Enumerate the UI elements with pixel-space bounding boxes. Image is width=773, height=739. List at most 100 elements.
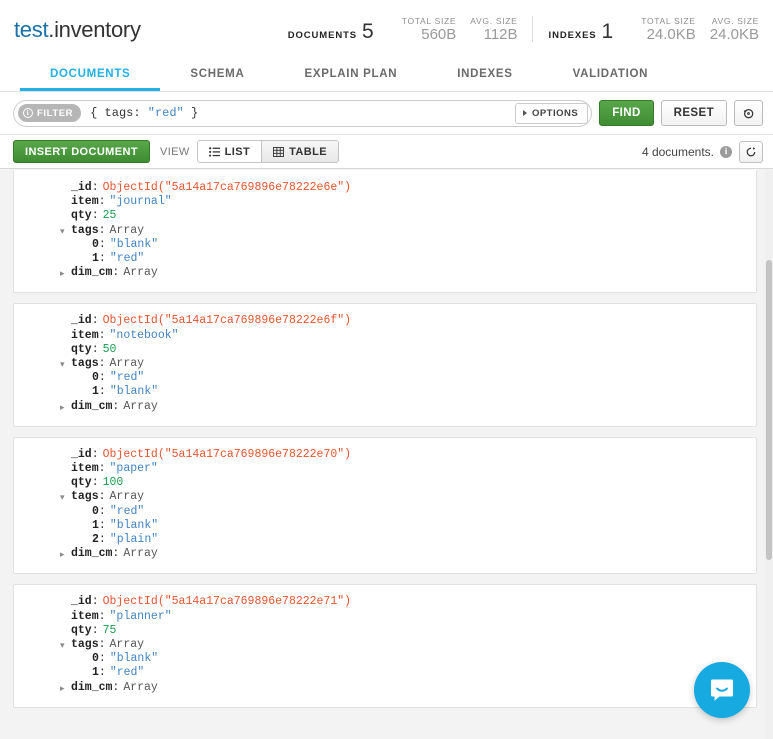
document-field-qty: qty:25 — [14, 209, 756, 223]
array-index: 0 — [92, 371, 99, 385]
chevron-right-icon — [523, 110, 527, 116]
indexes-stat: INDEXES 1 — [549, 21, 614, 42]
chevron-right-icon[interactable]: ▸ — [60, 400, 65, 414]
view-toggle-group: LIST TABLE — [197, 140, 339, 163]
field-key: item — [71, 329, 99, 343]
document-field-id: _id:ObjectId("5a14a17ca769896e78222e70") — [14, 448, 756, 462]
field-key: item — [71, 462, 99, 476]
chevron-down-icon[interactable]: ▾ — [60, 490, 65, 504]
document-field-qty: qty:75 — [14, 624, 756, 638]
document-card[interactable]: _id:ObjectId("5a14a17ca769896e78222e71")… — [13, 584, 757, 707]
field-key: _id — [71, 181, 92, 195]
chevron-right-icon[interactable]: ▸ — [60, 266, 65, 280]
array-index: 0 — [92, 238, 99, 252]
options-button[interactable]: OPTIONS — [515, 103, 588, 124]
array-value: "red" — [110, 505, 145, 519]
document-field-dim-cm: ▸dim_cm:Array — [14, 681, 756, 695]
field-value: ObjectId("5a14a17ca769896e78222e6e") — [103, 181, 351, 195]
filter-badge: i FILTER — [18, 104, 81, 122]
chat-widget-button[interactable] — [694, 662, 750, 718]
field-value: ObjectId("5a14a17ca769896e78222e6f") — [103, 314, 351, 328]
field-key: qty — [71, 209, 92, 223]
query-history-button[interactable] — [734, 100, 763, 126]
document-card[interactable]: _id:ObjectId("5a14a17ca769896e78222e70")… — [13, 437, 757, 575]
refresh-icon — [745, 146, 757, 158]
indexes-avg-size: AVG. SIZE 24.0KB — [710, 16, 759, 43]
document-field-dim-cm: ▸dim_cm:Array — [14, 547, 756, 561]
array-value: "plain" — [110, 533, 158, 547]
field-value: Array — [123, 266, 158, 280]
tab-indexes[interactable]: INDEXES — [427, 60, 542, 91]
tab-explain-plan[interactable]: EXPLAIN PLAN — [274, 60, 427, 91]
field-value: ObjectId("5a14a17ca769896e78222e70") — [103, 448, 351, 462]
document-field-id: _id:ObjectId("5a14a17ca769896e78222e6e") — [14, 181, 756, 195]
field-value: Array — [123, 681, 158, 695]
insert-document-button[interactable]: INSERT DOCUMENT — [13, 140, 150, 163]
reset-button[interactable]: RESET — [661, 100, 727, 126]
field-key: qty — [71, 624, 92, 638]
document-card[interactable]: _id:ObjectId("5a14a17ca769896e78222e6e")… — [13, 170, 757, 293]
document-field-dim-cm: ▸dim_cm:Array — [14, 266, 756, 280]
array-index: 0 — [92, 652, 99, 666]
filter-badge-label: FILTER — [37, 108, 73, 119]
indexes-stat-value: 1 — [602, 21, 614, 42]
document-list[interactable]: _id:ObjectId("5a14a17ca769896e78222e6e")… — [0, 170, 773, 739]
document-count-text: 4 documents. — [642, 145, 714, 159]
filter-query-value: "red" — [148, 106, 184, 120]
tab-documents[interactable]: DOCUMENTS — [20, 60, 160, 91]
tab-schema[interactable]: SCHEMA — [160, 60, 274, 91]
stat-group-indexes: INDEXES 1 TOTAL SIZE 24.0KB AVG. SIZE 24… — [532, 16, 759, 43]
find-button[interactable]: FIND — [599, 100, 653, 126]
indexes-avg-size-label: AVG. SIZE — [710, 16, 759, 26]
document-field-qty: qty:50 — [14, 343, 756, 357]
chevron-right-icon[interactable]: ▸ — [60, 681, 65, 695]
document-field-tags: ▾tags:Array — [14, 224, 756, 238]
field-value: "paper" — [110, 462, 158, 476]
documents-stat: DOCUMENTS 5 — [288, 21, 374, 42]
array-item: 0:"red" — [14, 505, 756, 519]
collection-header: test.inventory DOCUMENTS 5 TOTAL SIZE 56… — [0, 0, 773, 60]
info-icon[interactable]: i — [720, 146, 732, 158]
field-value: Array — [110, 224, 145, 238]
view-toggle-table[interactable]: TABLE — [262, 140, 339, 163]
filter-query-suffix: } — [184, 106, 198, 120]
view-toggle-table-label: TABLE — [289, 146, 327, 158]
stat-group-documents: DOCUMENTS 5 TOTAL SIZE 560B AVG. SIZE 11… — [288, 16, 518, 43]
array-value: "blank" — [110, 519, 158, 533]
filter-input[interactable]: i FILTER { tags: "red" } OPTIONS — [13, 100, 592, 127]
filter-query-prefix: { tags: — [90, 106, 148, 120]
documents-total-size-value: 560B — [402, 27, 457, 43]
database-name: test — [14, 17, 48, 42]
field-value: ObjectId("5a14a17ca769896e78222e71") — [103, 595, 351, 609]
field-key: tags — [71, 638, 99, 652]
scrollbar-thumb[interactable] — [766, 260, 772, 560]
field-value: "planner" — [110, 610, 172, 624]
chevron-down-icon[interactable]: ▾ — [60, 638, 65, 652]
document-field-item: item:"planner" — [14, 610, 756, 624]
document-card[interactable]: _id:ObjectId("5a14a17ca769896e78222e6f")… — [13, 303, 757, 426]
list-icon — [209, 147, 220, 157]
chevron-down-icon[interactable]: ▾ — [60, 357, 65, 371]
documents-total-size: TOTAL SIZE 560B — [402, 16, 457, 43]
document-field-item: item:"journal" — [14, 195, 756, 209]
refresh-button[interactable] — [739, 141, 763, 163]
array-item: 1:"red" — [14, 252, 756, 266]
array-index: 1 — [92, 252, 99, 266]
chevron-down-icon[interactable]: ▾ — [60, 224, 65, 238]
document-field-tags: ▾tags:Array — [14, 490, 756, 504]
field-key: tags — [71, 224, 99, 238]
view-toggle-list[interactable]: LIST — [197, 140, 262, 163]
array-value: "blank" — [110, 385, 158, 399]
field-key: item — [71, 195, 99, 209]
document-field-dim-cm: ▸dim_cm:Array — [14, 400, 756, 414]
chevron-right-icon[interactable]: ▸ — [60, 547, 65, 561]
field-key: _id — [71, 314, 92, 328]
array-item: 1:"blank" — [14, 385, 756, 399]
tab-validation[interactable]: VALIDATION — [543, 60, 679, 91]
field-key: _id — [71, 595, 92, 609]
field-value: 25 — [103, 209, 117, 223]
array-item: 2:"plain" — [14, 533, 756, 547]
field-key: dim_cm — [71, 681, 112, 695]
vertical-scrollbar[interactable] — [765, 170, 773, 739]
field-key: qty — [71, 343, 92, 357]
